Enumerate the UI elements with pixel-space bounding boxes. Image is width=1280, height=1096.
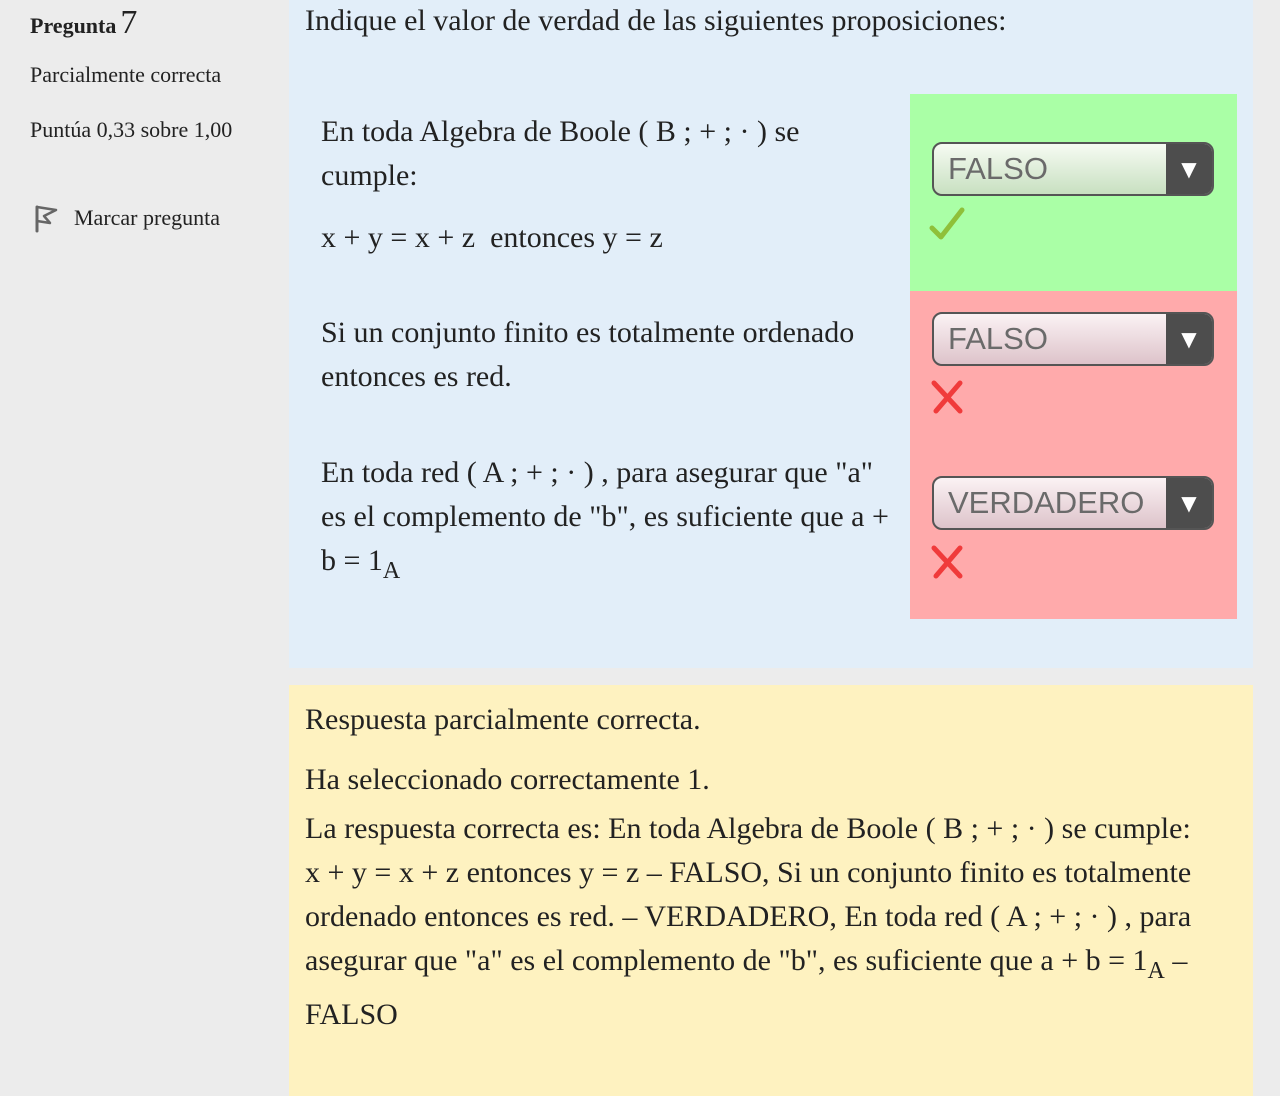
statement-1-text: En toda Algebra de Boole ( B ; + ; · ) s… bbox=[321, 115, 800, 192]
question-text: Indique el valor de verdad de las siguie… bbox=[305, 4, 1007, 37]
statement-1-formula: x + y = x + z entonces y = z bbox=[321, 221, 663, 254]
answer-select-1-value: FALSO bbox=[948, 151, 1048, 186]
feedback-summary: Respuesta parcialmente correcta. bbox=[305, 703, 701, 736]
correct-answer-text: La respuesta correcta es: En toda Algebr… bbox=[305, 812, 1192, 977]
question-label: Pregunta bbox=[30, 13, 117, 38]
question-grade: Puntúa 0,33 sobre 1,00 bbox=[30, 117, 233, 142]
question-number: Pregunta 7 bbox=[30, 4, 137, 42]
question-content: Indique el valor de verdad de las siguie… bbox=[289, 0, 1253, 668]
answer-select-3-value: VERDADERO bbox=[948, 485, 1145, 520]
question-number-value: 7 bbox=[120, 4, 138, 41]
statement-3-subscript: A bbox=[382, 558, 401, 584]
answer-select-2[interactable]: FALSO ▼ bbox=[932, 312, 1214, 366]
cross-icon bbox=[931, 380, 963, 414]
answer-cell-2: FALSO ▼ bbox=[910, 291, 1237, 436]
chevron-down-icon[interactable]: ▼ bbox=[1166, 478, 1212, 528]
flag-icon bbox=[35, 205, 58, 233]
cross-icon bbox=[931, 545, 963, 579]
chevron-down-icon[interactable]: ▼ bbox=[1166, 144, 1212, 194]
feedback-box: Respuesta parcialmente correcta. Ha sele… bbox=[289, 685, 1253, 1096]
answer-cell-1: FALSO ▼ bbox=[910, 94, 1237, 291]
feedback-correct-answer: La respuesta correcta es: En toda Algebr… bbox=[305, 807, 1241, 1037]
chevron-down-icon[interactable]: ▼ bbox=[1166, 314, 1212, 364]
statement-2: Si un conjunto finito es totalmente orde… bbox=[321, 316, 855, 393]
answer-select-1[interactable]: FALSO ▼ bbox=[932, 142, 1214, 196]
check-icon bbox=[929, 207, 965, 240]
feedback-selected-count: Ha seleccionado correctamente 1. bbox=[305, 763, 710, 796]
flag-label: Marcar pregunta bbox=[74, 205, 220, 230]
question-state: Parcialmente correcta bbox=[30, 62, 222, 87]
flag-question-link[interactable]: Marcar pregunta bbox=[32, 203, 220, 233]
statement-1: En toda Algebra de Boole ( B ; + ; · ) s… bbox=[321, 110, 901, 260]
answer-cell-3: VERDADERO ▼ bbox=[910, 436, 1237, 619]
answer-select-3[interactable]: VERDADERO ▼ bbox=[932, 476, 1214, 530]
answer-select-2-value: FALSO bbox=[948, 321, 1048, 356]
statement-3: En toda red ( A ; + ; · ) , para asegura… bbox=[321, 451, 901, 593]
statement-3-text: En toda red ( A ; + ; · ) , para asegura… bbox=[321, 456, 889, 577]
correct-answer-subscript: A bbox=[1147, 958, 1165, 984]
